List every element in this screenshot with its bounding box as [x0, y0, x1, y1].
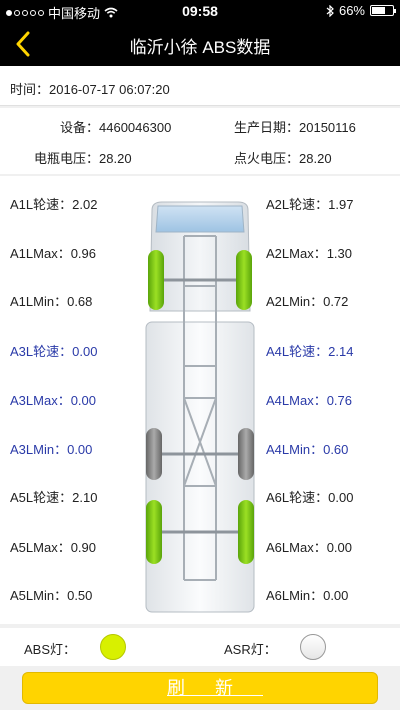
wheel-a4 — [238, 428, 254, 480]
reading-label: A1LMin： — [10, 294, 68, 309]
wheel-reading-left-5: A3LMin：0.00 — [10, 439, 92, 458]
device-id: 设备：4460046300 — [60, 117, 171, 136]
ignition-voltage: 点火电压：28.20 — [234, 148, 332, 167]
wheel-a1 — [148, 250, 164, 310]
reading-label: A4LMin： — [266, 442, 324, 457]
ignition-voltage-label: 点火电压： — [234, 151, 300, 166]
reading-value: 0.60 — [323, 442, 349, 457]
device-info: 设备：4460046300 生产日期：20150116 电瓶电压：28.20 点… — [0, 108, 400, 174]
wheel-reading-right-4: A4LMax：0.76 — [266, 390, 352, 409]
wheel-reading-left-1: A1LMax：0.96 — [10, 243, 96, 262]
reading-label: A2L轮速： — [266, 197, 329, 212]
reading-value: 0.00 — [328, 490, 354, 505]
reading-label: A5LMax： — [10, 540, 71, 555]
reading-value: 0.90 — [70, 540, 97, 555]
reading-value: 2.02 — [72, 197, 98, 212]
wheel-reading-right-1: A2LMax：1.30 — [266, 243, 352, 262]
wheel-reading-left-0: A1L轮速：2.02 — [10, 194, 97, 213]
page-title: 临沂小徐 ABS数据 — [129, 38, 271, 57]
wheel-reading-right-0: A2L轮速：1.97 — [266, 194, 353, 213]
reading-value: 0.50 — [67, 588, 93, 603]
abs-lamp-label: ABS灯： — [24, 642, 77, 657]
reading-value: 0.76 — [326, 393, 353, 408]
reading-value: 0.72 — [323, 294, 349, 309]
wheel-reading-right-3: A4L轮速：2.14 — [266, 341, 353, 360]
device-id-label: 设备： — [60, 120, 100, 135]
battery-level — [372, 7, 386, 14]
wheel-reading-left-2: A1LMin：0.68 — [10, 291, 92, 310]
wheel-reading-left-8: A5LMin：0.50 — [10, 585, 92, 604]
bluetooth-icon — [326, 4, 334, 17]
status-right: 66% — [326, 3, 396, 18]
reading-label: A5L轮速： — [10, 490, 73, 505]
battery-voltage-label: 电瓶电压： — [34, 151, 100, 166]
reading-label: A1L轮速： — [10, 197, 73, 212]
reading-label: A5LMin： — [10, 588, 68, 603]
asr-lamp-indicator — [300, 634, 326, 660]
wheel-reading-right-2: A2LMin：0.72 — [266, 291, 348, 310]
ignition-voltage-value: 28.20 — [299, 151, 332, 166]
reading-label: A4LMax： — [266, 393, 327, 408]
reading-label: A3L轮速： — [10, 344, 73, 359]
reading-label: A2LMax： — [266, 246, 327, 261]
wheel-reading-left-7: A5LMax：0.90 — [10, 537, 96, 556]
wheel-reading-left-6: A5L轮速：2.10 — [10, 487, 97, 506]
timestamp-label: 时间： — [10, 82, 50, 97]
reading-label: A6LMax： — [266, 540, 327, 555]
refresh-button[interactable]: 刷新 — [22, 672, 378, 704]
reading-value: 1.97 — [328, 197, 354, 212]
wheel-reading-left-3: A3L轮速：0.00 — [10, 341, 97, 360]
wheel-a5 — [146, 500, 162, 564]
nav-bar: 临沂小徐 ABS数据 — [0, 22, 400, 66]
timestamp-row: 时间：2016-07-17 06:07:20 — [0, 66, 400, 106]
production-date: 生产日期：20150116 — [234, 117, 356, 136]
reading-label: A3LMin： — [10, 442, 68, 457]
reading-value: 0.68 — [67, 294, 93, 309]
battery-voltage: 电瓶电压：28.20 — [34, 148, 132, 167]
reading-value: 1.30 — [326, 246, 353, 261]
abs-wheel-panel: A1L轮速：2.02 A1LMax：0.96 A1LMin：0.68 A3L轮速… — [0, 176, 400, 624]
production-date-label: 生产日期： — [234, 120, 300, 135]
asr-lamp-label: ASR灯： — [224, 642, 277, 657]
reading-label: A6LMin： — [266, 588, 324, 603]
device-id-value: 4460046300 — [99, 120, 172, 135]
wheel-reading-left-4: A3LMax：0.00 — [10, 390, 96, 409]
wheel-a2 — [236, 250, 252, 310]
production-date-value: 20150116 — [299, 120, 356, 135]
reading-value: 0.00 — [323, 588, 349, 603]
reading-label: A2LMin： — [266, 294, 324, 309]
battery-icon — [370, 5, 396, 16]
warning-lights-row: ABS灯： ASR灯： — [0, 628, 400, 666]
reading-label: A1LMax： — [10, 246, 71, 261]
reading-label: A3LMax： — [10, 393, 71, 408]
wheel-a3 — [146, 428, 162, 480]
abs-lamp-indicator — [100, 634, 126, 660]
wheel-a6 — [238, 500, 254, 564]
status-bar: 中国移动 09:58 66% — [0, 0, 400, 22]
reading-value: 0.00 — [70, 393, 97, 408]
reading-value: 2.14 — [328, 344, 354, 359]
wheel-reading-right-8: A6LMin：0.00 — [266, 585, 348, 604]
battery-percent: 66% — [338, 3, 365, 18]
reading-value: 0.00 — [67, 442, 93, 457]
reading-value: 0.00 — [326, 540, 353, 555]
reading-value: 2.10 — [72, 490, 98, 505]
reading-value: 0.00 — [72, 344, 98, 359]
wheel-reading-right-6: A6L轮速：0.00 — [266, 487, 353, 506]
reading-value: 0.96 — [70, 246, 97, 261]
wheel-reading-right-5: A4LMin：0.60 — [266, 439, 348, 458]
reading-label: A6L轮速： — [266, 490, 329, 505]
battery-voltage-value: 28.20 — [99, 151, 132, 166]
timestamp-value: 2016-07-17 06:07:20 — [49, 82, 170, 97]
reading-label: A4L轮速： — [266, 344, 329, 359]
wheel-reading-right-7: A6LMax：0.00 — [266, 537, 352, 556]
